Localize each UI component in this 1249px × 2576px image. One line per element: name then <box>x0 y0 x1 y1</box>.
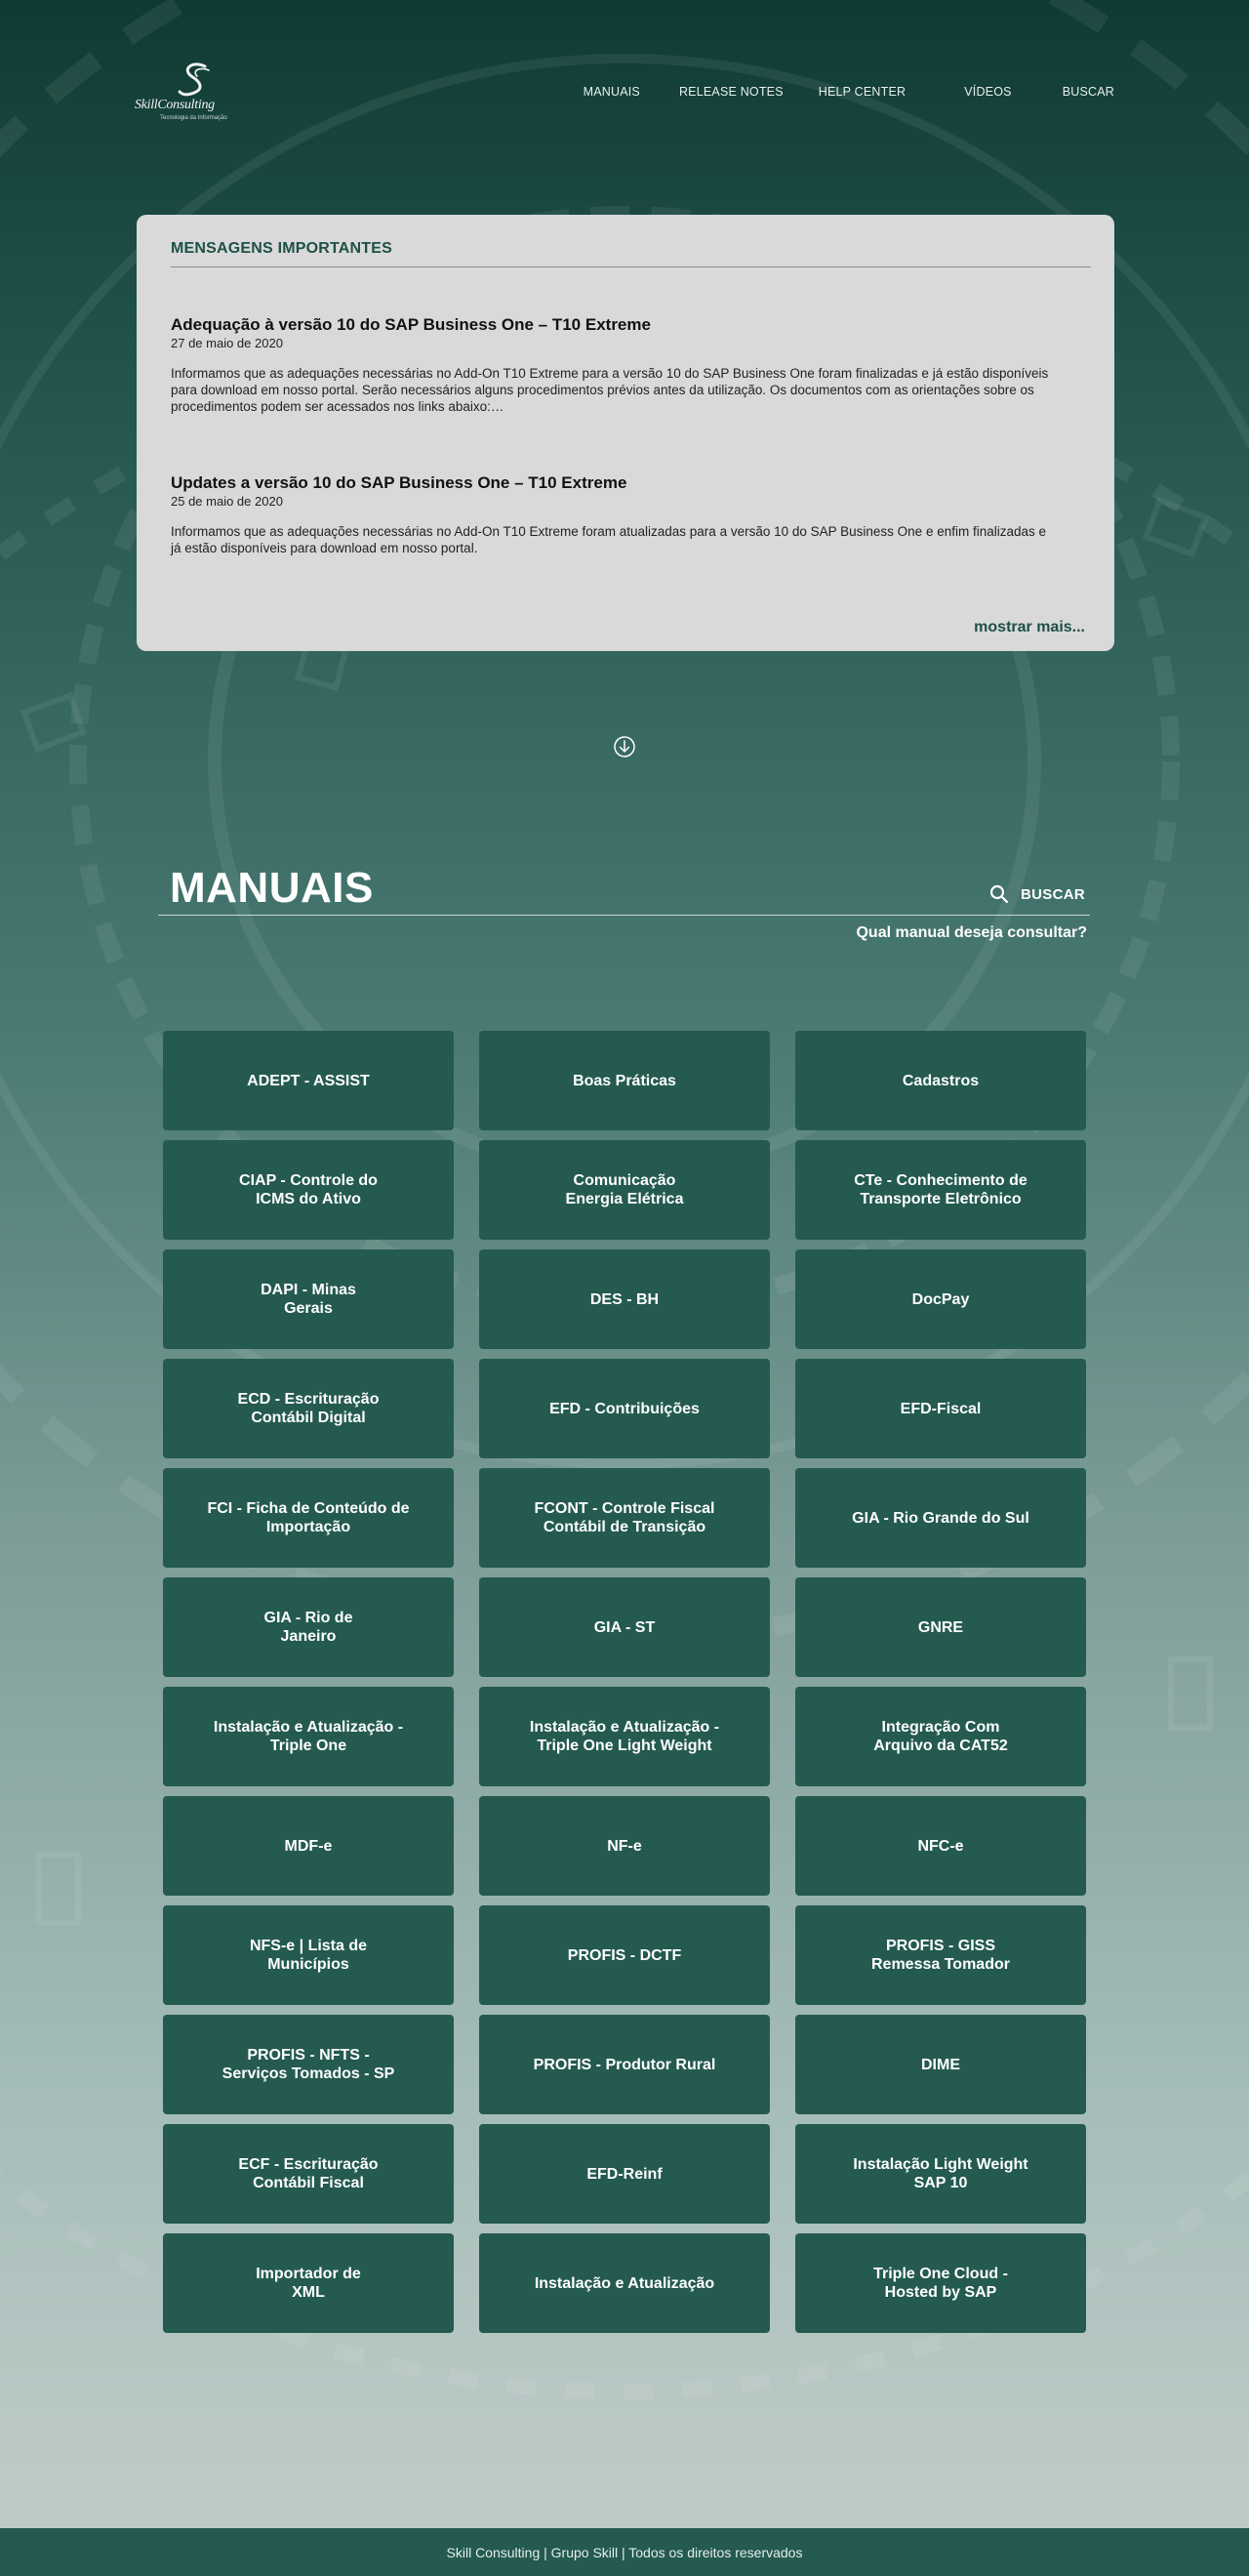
manual-card-gia-rs[interactable]: GIA - Rio Grande do Sul <box>795 1468 1086 1568</box>
manual-card-instalacao-light-weight[interactable]: Instalação e Atualização - Triple One Li… <box>479 1687 770 1786</box>
manual-card-triple-one-cloud[interactable]: Triple One Cloud - Hosted by SAP <box>795 2233 1086 2333</box>
message-date: 27 de maio de 2020 <box>171 336 283 350</box>
important-messages-panel: MENSAGENS IMPORTANTES Adequação à versão… <box>137 215 1114 651</box>
manual-card-efd-fiscal[interactable]: EFD-Fiscal <box>795 1359 1086 1458</box>
scroll-down-icon[interactable] <box>613 735 636 758</box>
logo-text: SkillConsulting <box>135 98 215 112</box>
manual-card-boas-praticas[interactable]: Boas Práticas <box>479 1031 770 1130</box>
nav-buscar[interactable]: BUSCAR <box>1063 85 1114 99</box>
manual-card-cadastros[interactable]: Cadastros <box>795 1031 1086 1130</box>
manual-card-dapi-minas-gerais[interactable]: DAPI - Minas Gerais <box>163 1249 454 1349</box>
manual-card-profis-nfts[interactable]: PROFIS - NFTS - Serviços Tomados - SP <box>163 2015 454 2114</box>
show-more-link[interactable]: mostrar mais... <box>974 619 1085 636</box>
manual-card-gnre[interactable]: GNRE <box>795 1577 1086 1677</box>
message-date: 25 de maio de 2020 <box>171 494 283 509</box>
manuais-section-title: MANUAIS <box>170 864 374 912</box>
manual-card-cte[interactable]: CTe - Conhecimento de Transporte Eletrôn… <box>795 1140 1086 1240</box>
manual-card-ciap[interactable]: CIAP - Controle do ICMS do Ativo <box>163 1140 454 1240</box>
main-nav: MANUAIS RELEASE NOTES HELP CENTER VÍDEOS… <box>584 85 1114 99</box>
manual-card-fci[interactable]: FCI - Ficha de Conteúdo de Importação <box>163 1468 454 1568</box>
manual-card-des-bh[interactable]: DES - BH <box>479 1249 770 1349</box>
manual-card-integracao-cat52[interactable]: Integração Com Arquivo da CAT52 <box>795 1687 1086 1786</box>
manual-card-gia-st[interactable]: GIA - ST <box>479 1577 770 1677</box>
logo-swirl-icon <box>178 62 210 97</box>
message-title[interactable]: Adequação à versão 10 do SAP Business On… <box>171 315 1056 335</box>
manual-card-instalacao-atualizacao[interactable]: Instalação e Atualização <box>479 2233 770 2333</box>
search-icon <box>989 884 1009 904</box>
manual-card-gia-rj[interactable]: GIA - Rio de Janeiro <box>163 1577 454 1677</box>
skill-consulting-logo[interactable]: SkillConsulting Tecnologia da Informação <box>135 61 252 121</box>
manual-card-efd-reinf[interactable]: EFD-Reinf <box>479 2124 770 2224</box>
manual-card-instalacao-triple-one[interactable]: Instalação e Atualização - Triple One <box>163 1687 454 1786</box>
manual-card-profis-giss[interactable]: PROFIS - GISS Remessa Tomador <box>795 1905 1086 2005</box>
manual-card-importador-xml[interactable]: Importador de XML <box>163 2233 454 2333</box>
manuais-divider <box>158 915 1090 916</box>
page-footer: Skill Consulting | Grupo Skill | Todos o… <box>0 2528 1249 2576</box>
search-label: BUSCAR <box>1021 885 1085 903</box>
nav-manuais[interactable]: MANUAIS <box>584 85 640 99</box>
manual-card-nfs-e[interactable]: NFS-e | Lista de Municípios <box>163 1905 454 2005</box>
manual-card-fcont[interactable]: FCONT - Controle Fiscal Contábil de Tran… <box>479 1468 770 1568</box>
manual-card-dime[interactable]: DIME <box>795 2015 1086 2114</box>
message-text: Informamos que as adequações necessárias… <box>171 366 1049 414</box>
manual-card-profis-dctf[interactable]: PROFIS - DCTF <box>479 1905 770 2005</box>
message-text: Informamos que as adequações necessárias… <box>171 524 1047 555</box>
messages-title: MENSAGENS IMPORTANTES <box>171 240 393 257</box>
manual-cards-grid: ADEPT - ASSIST Boas Práticas Cadastros C… <box>163 1031 1087 2333</box>
nav-videos[interactable]: VÍDEOS <box>964 85 1011 99</box>
message-item: Updates a versão 10 do SAP Business One … <box>171 473 1056 556</box>
footer-text: Skill Consulting | Grupo Skill | Todos o… <box>446 2544 803 2560</box>
messages-divider <box>171 266 1091 267</box>
message-title[interactable]: Updates a versão 10 do SAP Business One … <box>171 473 1056 493</box>
manual-card-comunicacao-energia[interactable]: Comunicação Energia Elétrica <box>479 1140 770 1240</box>
nav-help-center[interactable]: HELP CENTER <box>819 85 907 99</box>
manual-card-nf-e[interactable]: NF-e <box>479 1796 770 1896</box>
manuais-search-button[interactable]: BUSCAR <box>987 882 1085 906</box>
manual-card-efd-contribuicoes[interactable]: EFD - Contribuições <box>479 1359 770 1458</box>
logo-tagline: Tecnologia da Informação <box>160 115 227 121</box>
manual-card-nfc-e[interactable]: NFC-e <box>795 1796 1086 1896</box>
nav-release-notes[interactable]: RELEASE NOTES <box>679 85 784 99</box>
message-item: Adequação à versão 10 do SAP Business On… <box>171 315 1056 415</box>
manual-card-profis-produtor-rural[interactable]: PROFIS - Produtor Rural <box>479 2015 770 2114</box>
manual-card-ecf[interactable]: ECF - Escrituração Contábil Fiscal <box>163 2124 454 2224</box>
manual-card-adept-assist[interactable]: ADEPT - ASSIST <box>163 1031 454 1130</box>
manuais-question: Qual manual deseja consultar? <box>856 924 1087 941</box>
manual-card-mdf-e[interactable]: MDF-e <box>163 1796 454 1896</box>
manual-card-instalacao-lw-sap10[interactable]: Instalação Light Weight SAP 10 <box>795 2124 1086 2224</box>
manual-card-ecd[interactable]: ECD - Escrituração Contábil Digital <box>163 1359 454 1458</box>
manual-card-docpay[interactable]: DocPay <box>795 1249 1086 1349</box>
